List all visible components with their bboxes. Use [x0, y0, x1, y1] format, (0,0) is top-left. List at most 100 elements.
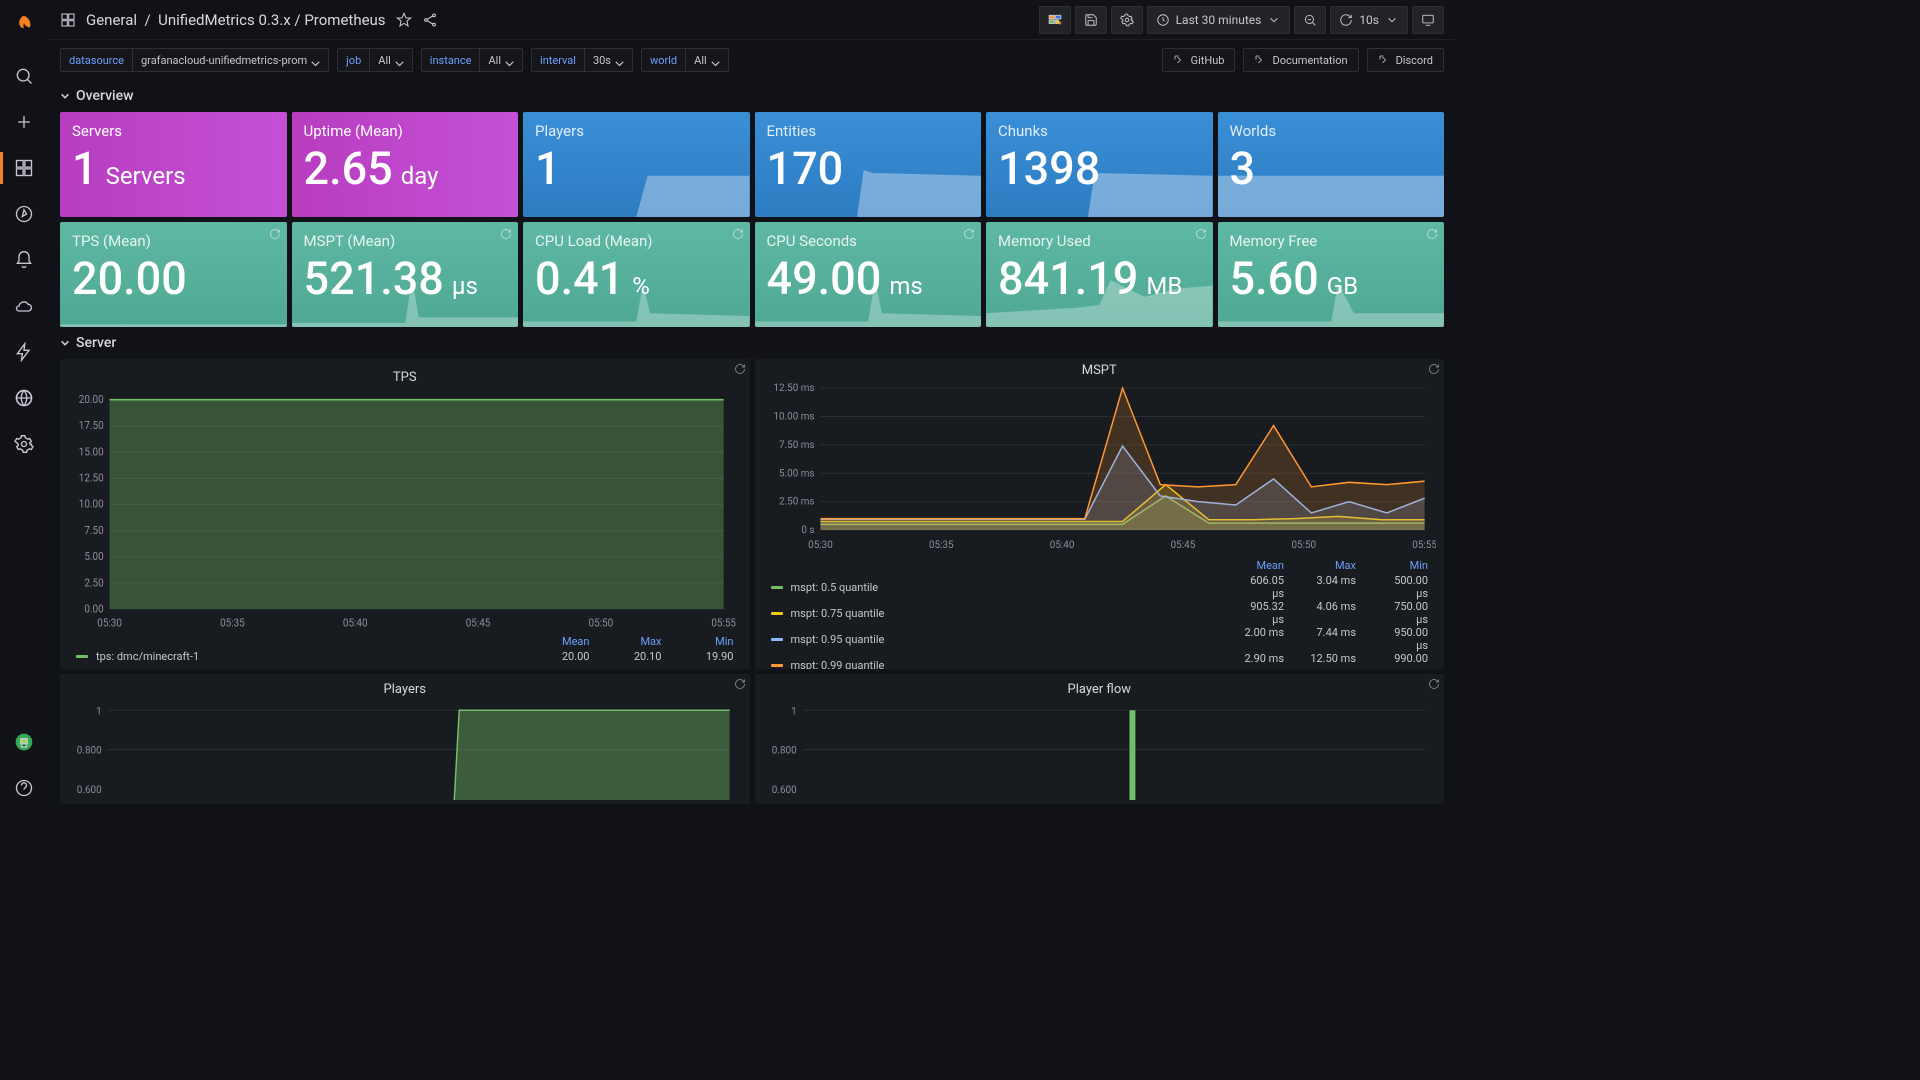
dashboards-icon[interactable] [8, 152, 40, 184]
svg-text:10.00: 10.00 [79, 497, 104, 511]
svg-text:17.50: 17.50 [79, 419, 104, 433]
refresh-icon[interactable] [1426, 228, 1438, 244]
svg-text:10.00 ms: 10.00 ms [773, 411, 814, 422]
svg-text:05:50: 05:50 [589, 616, 614, 630]
refresh-icon[interactable] [500, 228, 512, 244]
stat-mspt[interactable]: MSPT (Mean) 521.38µs [292, 222, 519, 327]
svg-text:05:55: 05:55 [711, 616, 736, 630]
stat-worlds[interactable]: Worlds 3 [1218, 112, 1445, 217]
timepicker-button[interactable]: Last 30 minutes [1147, 6, 1291, 34]
stat-cpuload[interactable]: CPU Load (Mean) 0.41% [523, 222, 750, 327]
grafana-logo[interactable] [8, 8, 40, 40]
dashboards-breadcrumb-icon [60, 12, 76, 28]
stat-memfree[interactable]: Memory Free 5.60GB [1218, 222, 1445, 327]
legend-item[interactable]: mspt: 0.95 quantile 2.00 ms7.44 ms950.00… [771, 626, 1429, 652]
graph-players[interactable]: Players 1 0.800 0.600 [60, 674, 750, 804]
var-value-interval[interactable]: 30s [584, 48, 633, 72]
stat-chunks[interactable]: Chunks 1398 [986, 112, 1213, 217]
template-variables: datasource grafanacloud-unifiedmetrics-p… [48, 40, 1456, 80]
link-discord[interactable]: Discord [1367, 48, 1444, 72]
breadcrumb[interactable]: General / UnifiedMetrics 0.3.x / Prometh… [86, 11, 386, 29]
stat-tps[interactable]: TPS (Mean) 20.00 [60, 222, 287, 327]
svg-text:05:40: 05:40 [1049, 540, 1074, 551]
tv-mode-button[interactable] [1412, 6, 1444, 34]
svg-text:7.50: 7.50 [84, 523, 103, 537]
row-overview[interactable]: Overview [60, 80, 1444, 112]
svg-text:20.00: 20.00 [79, 393, 104, 407]
refresh-icon[interactable] [732, 228, 744, 244]
var-value-job[interactable]: All [369, 48, 413, 72]
svg-text:1: 1 [791, 706, 797, 717]
svg-text:05:35: 05:35 [928, 540, 953, 551]
svg-text:05:30: 05:30 [97, 616, 122, 630]
svg-text:05:40: 05:40 [343, 616, 368, 630]
link-github[interactable]: GitHub [1162, 48, 1236, 72]
svg-text:05:45: 05:45 [466, 616, 491, 630]
svg-text:12.50 ms: 12.50 ms [773, 383, 814, 394]
graph-mspt[interactable]: MSPT 0 s2.50 ms5.00 ms7.50 ms10.00 ms12.… [755, 359, 1445, 669]
gear-icon[interactable] [8, 428, 40, 460]
refresh-button[interactable]: 10s [1330, 6, 1408, 34]
svg-text:2.50: 2.50 [84, 576, 103, 590]
row-server[interactable]: Server [60, 327, 1444, 359]
page-header: General / UnifiedMetrics 0.3.x / Prometh… [48, 0, 1456, 40]
svg-text:5.00: 5.00 [84, 550, 103, 564]
graph-playerflow[interactable]: Player flow 1 0.800 0.600 [755, 674, 1445, 804]
svg-text:0.600: 0.600 [77, 785, 102, 796]
svg-text:05:35: 05:35 [220, 616, 245, 630]
help-icon[interactable] [8, 772, 40, 804]
stat-entities[interactable]: Entities 170 [755, 112, 982, 217]
save-button[interactable] [1075, 6, 1107, 34]
settings-button[interactable] [1111, 6, 1143, 34]
svg-text:05:55: 05:55 [1412, 540, 1436, 551]
svg-text:05:50: 05:50 [1291, 540, 1316, 551]
plus-icon[interactable] [8, 106, 40, 138]
search-icon[interactable] [8, 60, 40, 92]
share-icon[interactable] [422, 12, 438, 28]
refresh-icon[interactable] [269, 228, 281, 244]
legend-item[interactable]: mspt: 0.5 quantile 606.05 µs3.04 ms500.0… [771, 574, 1429, 600]
svg-text:0.00: 0.00 [84, 602, 103, 616]
explore-icon[interactable] [8, 198, 40, 230]
cloud-icon[interactable] [8, 290, 40, 322]
svg-text:5.00 ms: 5.00 ms [778, 468, 814, 479]
svg-text:0 s: 0 s [801, 525, 814, 536]
svg-text:7.50 ms: 7.50 ms [778, 440, 814, 451]
legend-item[interactable]: mspt: 0.75 quantile 905.32 µs4.06 ms750.… [771, 600, 1429, 626]
var-value-datasource[interactable]: grafanacloud-unifiedmetrics-prom [132, 48, 329, 72]
svg-text:1: 1 [96, 706, 102, 717]
legend-item[interactable]: tps: dmc/minecraft-1 20.0020.1019.90 [76, 650, 734, 663]
bolt-icon[interactable] [8, 336, 40, 368]
svg-text:2.50 ms: 2.50 ms [778, 497, 814, 508]
var-value-world[interactable]: All [685, 48, 729, 72]
refresh-icon[interactable] [1195, 228, 1207, 244]
refresh-icon[interactable] [963, 228, 975, 244]
star-icon[interactable] [396, 12, 412, 28]
graph-tps[interactable]: TPS 0.002.505.007.5010.0012.5015.0017.50… [60, 359, 750, 669]
var-label-world: world [641, 48, 685, 72]
bell-icon[interactable] [8, 244, 40, 276]
stat-uptime[interactable]: Uptime (Mean) 2.65day [292, 112, 519, 217]
var-value-instance[interactable]: All [479, 48, 523, 72]
svg-text:0.800: 0.800 [771, 745, 796, 756]
stat-cpusec[interactable]: CPU Seconds 49.00ms [755, 222, 982, 327]
sidebar [0, 0, 48, 816]
tps-xticks: 05:30 05:35 05:40 05:45 05:50 05:55 [97, 616, 736, 630]
stat-players[interactable]: Players 1 [523, 112, 750, 217]
stat-memused[interactable]: Memory Used 841.19MB [986, 222, 1213, 327]
svg-text:05:45: 05:45 [1170, 540, 1195, 551]
stat-servers[interactable]: Servers 1Servers [60, 112, 287, 217]
var-label-job: job [337, 48, 369, 72]
var-label-instance: instance [421, 48, 480, 72]
svg-text:0.800: 0.800 [77, 745, 102, 756]
add-panel-button[interactable] [1039, 6, 1071, 34]
link-docs[interactable]: Documentation [1243, 48, 1358, 72]
svg-text:15.00: 15.00 [79, 445, 104, 459]
mspt-xticks: 05:30 05:35 05:40 05:45 05:50 05:55 [808, 540, 1436, 551]
zoom-out-button[interactable] [1294, 6, 1326, 34]
avatar[interactable] [8, 726, 40, 758]
svg-text:0.600: 0.600 [771, 785, 796, 796]
globe-icon[interactable] [8, 382, 40, 414]
legend-item[interactable]: mspt: 0.99 quantile 2.90 ms12.50 ms990.0… [771, 652, 1429, 669]
svg-text:05:30: 05:30 [808, 540, 833, 551]
